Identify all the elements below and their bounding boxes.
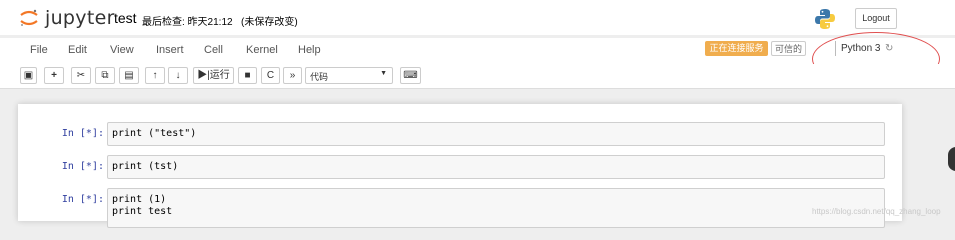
cut-icon: ✂ — [76, 70, 86, 81]
cell-type-value: 代码 — [310, 72, 329, 82]
trusted-badge[interactable]: 可信的 — [771, 41, 806, 56]
step-icon: ▶| — [197, 70, 210, 81]
header: jupyter test 最后检查: 昨天21:12 (未保存改变) Logou… — [0, 0, 955, 35]
code-cell[interactable]: In [*]: print (1) print test — [18, 188, 902, 228]
copy-button[interactable]: ⧉ — [95, 67, 115, 84]
stop-icon: ■ — [244, 70, 251, 81]
cell-type-select[interactable]: 代码 ▼ — [305, 67, 393, 84]
arrow-down-icon: ↓ — [175, 70, 181, 81]
move-down-button[interactable]: ↓ — [168, 67, 188, 84]
checkpoint-status: 最后检查: 昨天21:12 — [142, 17, 233, 28]
code-line: print ("test") — [112, 128, 197, 139]
menubar: File Edit View Insert Cell Kernel Help 正… — [0, 38, 955, 64]
code-cell[interactable]: In [*]: print (tst) — [18, 155, 902, 179]
code-cell[interactable]: In [*]: print ("test") — [18, 122, 902, 146]
save-button[interactable]: ▣ — [20, 67, 37, 84]
kernel-status-badge: 正在连接服务 — [705, 41, 768, 56]
restart-button[interactable]: C — [261, 67, 280, 84]
move-up-button[interactable]: ↑ — [145, 67, 165, 84]
side-panel-toggle[interactable] — [948, 147, 955, 171]
input-prompt: In [*]: — [61, 161, 104, 172]
menu-insert[interactable]: Insert — [156, 44, 184, 56]
menu-file[interactable]: File — [30, 44, 48, 56]
menu-edit[interactable]: Edit — [68, 44, 87, 56]
input-prompt: In [*]: — [61, 194, 104, 205]
code-input[interactable]: print (tst) — [107, 155, 885, 179]
code-line: print (1) — [112, 194, 167, 205]
cut-button[interactable]: ✂ — [71, 67, 91, 84]
arrow-up-icon: ↑ — [152, 70, 158, 81]
code-line: print test — [112, 206, 173, 217]
menu-help[interactable]: Help — [298, 44, 321, 56]
copy-icon: ⧉ — [101, 70, 109, 81]
code-line: print (tst) — [112, 161, 179, 172]
plus-icon: + — [51, 70, 57, 81]
python-logo-icon — [815, 9, 835, 29]
stop-button[interactable]: ■ — [238, 67, 257, 84]
insert-cell-button[interactable]: + — [44, 67, 64, 84]
restart-icon: C — [266, 70, 275, 81]
code-input[interactable]: print ("test") — [107, 122, 885, 146]
watermark: https://blog.csdn.net/qq_zhang_loop — [812, 207, 941, 216]
menu-view[interactable]: View — [110, 44, 134, 56]
menu-cell[interactable]: Cell — [204, 44, 223, 56]
paste-icon: ▤ — [124, 70, 134, 81]
restart-run-all-button[interactable]: » — [283, 67, 302, 84]
toolbar: ▣ + ✂ ⧉ ▤ ↑ ↓ ▶|运行 ■ C » 代码 ▼ ⌨ — [0, 64, 955, 89]
fast-forward-icon: » — [289, 70, 296, 81]
notebook-container: In [*]: print ("test") In [*]: print (ts… — [18, 104, 902, 228]
logout-button[interactable]: Logout — [855, 8, 897, 29]
autosave-status: (未保存改变) — [241, 17, 298, 28]
run-button[interactable]: ▶|运行 — [193, 67, 234, 84]
chevron-down-icon: ▼ — [380, 70, 387, 77]
command-palette-button[interactable]: ⌨ — [400, 67, 421, 84]
save-icon: ▣ — [23, 70, 34, 81]
kernel-divider — [835, 41, 836, 56]
menu-kernel[interactable]: Kernel — [246, 44, 278, 56]
code-input[interactable]: print (1) print test — [107, 188, 885, 228]
kernel-name: Python 3 — [841, 43, 881, 54]
keyboard-icon: ⌨ — [403, 70, 418, 81]
notebook-name[interactable]: test — [114, 10, 137, 26]
jupyter-brand-text[interactable]: jupyter — [45, 7, 115, 29]
jupyter-logo-icon[interactable] — [19, 8, 39, 28]
paste-button[interactable]: ▤ — [119, 67, 139, 84]
input-prompt: In [*]: — [61, 128, 104, 139]
run-label: 运行 — [209, 70, 230, 81]
kernel-busy-icon: ↻ — [885, 43, 894, 54]
